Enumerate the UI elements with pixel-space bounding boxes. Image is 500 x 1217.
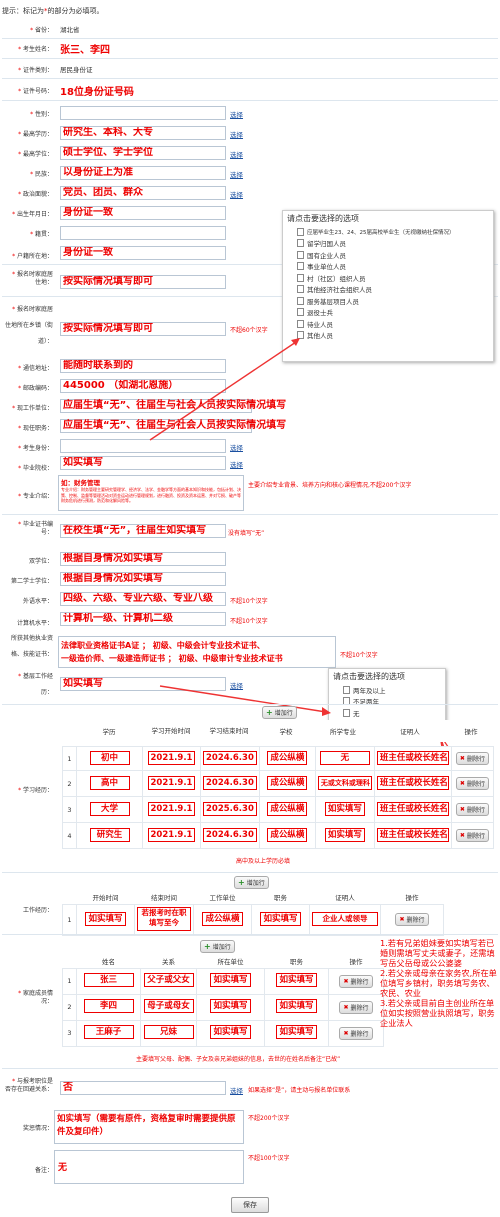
work-table: 开始时间 结束时间 工作单位 职务 证明人 操作 1 如实填写 若报考时在职填写至今 成公纵横如… (62, 890, 444, 936)
study-rows: 1 初中 2021.9.1 2024.6.30 成公纵横无班主任或校长姓名 ✖ 删除行 2高… (62, 746, 495, 849)
table-row: 3 王麻子 兄妹 如实填写 如实填写 ✖ 删除行 (62, 1019, 384, 1047)
family-h3: 所在单位 (196, 954, 265, 968)
family-table: 姓名 关系 所在单位 职务 操作 1 张三 父子或父女 如实填写 如实填写 ✖ 删除行 2 李四 母子或… (62, 954, 384, 1047)
study-add-row-button[interactable]: + 增加行 (262, 706, 297, 719)
family-h4: 职务 (264, 954, 329, 968)
table-row: 2 李四 母子或母女 如实填写 如实填写 ✖ 删除行 (62, 993, 384, 1021)
study-h2: 学习开始时间 (142, 720, 200, 742)
relative-note: 如果选择“是”，请主动与报名单位联系 (248, 1087, 351, 1094)
work-h6: 操作 (380, 890, 444, 904)
study-h3: 学习结束时间 (200, 720, 258, 742)
work-exp-label: 工作经历： (22, 906, 53, 914)
work-h3: 工作单位 (193, 890, 252, 904)
study-h0 (62, 720, 76, 742)
family-delete-button[interactable]: ✖ 删除行 (339, 1000, 373, 1014)
work-h0 (62, 890, 77, 904)
table-row: 1 初中 2021.9.1 2024.6.30 成公纵横无班主任或校长姓名 ✖ 删除行 (62, 746, 495, 771)
table-row: 2 高中 2021.9.1 2024.6.30 成公纵横 无或文科或理科 班主任或校长姓名 ✖… (62, 770, 495, 797)
study-h5: 所学专业 (314, 720, 372, 742)
save-button[interactable]: 保存 (231, 1197, 269, 1213)
study-delete-button[interactable]: ✖ 删除行 (455, 777, 489, 790)
family-add-row-button[interactable]: + 增加行 (200, 940, 235, 953)
work-delete-button[interactable]: ✖ 删除行 (395, 913, 429, 926)
family-label2: 况： (40, 998, 53, 1005)
family-delete-button[interactable]: ✖ 删除行 (339, 1026, 373, 1040)
family-h1: 姓名 (76, 954, 141, 968)
work-add-row-button[interactable]: + 增加行 (234, 876, 269, 889)
award-label: 奖惩情况： (22, 1124, 53, 1132)
relative-label: 与报考职位是 (16, 1078, 53, 1085)
table-row: 4 研究生 2021.9.1 2024.6.30 成公纵横 如实填写 班主任或校长姓名 ✖ 删除… (62, 822, 495, 849)
family-annotation: 1.若有兄弟姐妹要如实填写若已婚则需填写丈夫或妻子，还需填写岳父岳母或公公婆婆 … (380, 938, 497, 1028)
table-row: 3 大学 2021.9.1 2025.6.30 成公纵横 如实填写 班主任或校长姓名 ✖ 删除行 (62, 796, 495, 823)
table-row: 1 张三 父子或父女 如实填写 如实填写 ✖ 删除行 (62, 967, 384, 995)
award-note: 不超200个汉字 (248, 1115, 290, 1122)
family-h2: 关系 (140, 954, 197, 968)
study-h7: 操作 (448, 720, 494, 742)
award-textarea[interactable]: 如实填写（需要有原件，资格复审时需要提供原件及复印件） (54, 1110, 244, 1144)
table-row: 1 如实填写 若报考时在职填写至今 成公纵横 如实填写 企业人或领导 ✖ 删除行 (62, 903, 444, 936)
study-delete-button[interactable]: ✖ 删除行 (455, 752, 489, 765)
work-h1: 开始时间 (76, 890, 135, 904)
family-h0 (62, 954, 77, 968)
relative-input[interactable]: 否 (60, 1081, 226, 1095)
study-delete-button[interactable]: ✖ 删除行 (455, 803, 489, 816)
work-h5: 证明人 (309, 890, 381, 904)
family-label: 家庭成员情 (22, 990, 53, 997)
family-h5: 操作 (328, 954, 384, 968)
study-label: 学习经历： (22, 786, 53, 794)
remark-note: 不超100个汉字 (248, 1155, 290, 1162)
study-h6: 证明人 (372, 720, 448, 742)
study-note: 高中及以上学历必填 (236, 858, 291, 865)
study-delete-button[interactable]: ✖ 删除行 (455, 829, 489, 842)
work-h2: 结束时间 (134, 890, 194, 904)
work-h4: 职务 (251, 890, 310, 904)
remark-label: 备注： (34, 1166, 53, 1174)
remark-textarea[interactable]: 无 (54, 1150, 244, 1184)
relative-choose-link[interactable]: 选择 (230, 1085, 243, 1095)
study-h1: 学历 (76, 720, 142, 742)
family-delete-button[interactable]: ✖ 删除行 (339, 974, 373, 988)
study-h4: 学校 (258, 720, 314, 742)
study-table: 学历 学习开始时间 学习结束时间 学校 所学专业 证明人 操作 (62, 720, 494, 742)
relative-label2: 否存在回避关系： (4, 1086, 53, 1093)
family-note: 主要填写父母、配偶、子女及亲兄弟姐妹的信息，去世的在姓名后备注“已故” (136, 1056, 341, 1063)
